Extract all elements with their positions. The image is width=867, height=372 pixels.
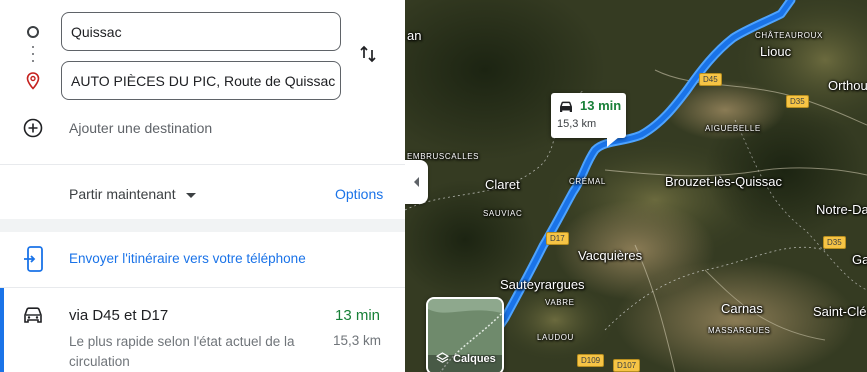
layers-icon bbox=[436, 352, 449, 363]
route-dot bbox=[32, 53, 34, 55]
town-label: Brouzet-lès-Quissac bbox=[665, 174, 783, 189]
road-shield: D17 bbox=[546, 232, 569, 245]
town-label: Orthou bbox=[828, 78, 867, 93]
route-description: Le plus rapide selon l'état actuel de la… bbox=[69, 334, 295, 369]
origin-input[interactable]: Quissac bbox=[61, 12, 341, 51]
options-button[interactable]: Options bbox=[335, 186, 383, 202]
car-icon bbox=[560, 101, 572, 112]
locality-label: CHÂTEAUROUX bbox=[755, 31, 823, 40]
road-shield: D109 bbox=[577, 354, 605, 367]
town-label: Saint-Clé bbox=[813, 304, 867, 319]
route-duration: 13 min bbox=[335, 307, 381, 324]
swap-button[interactable] bbox=[356, 42, 380, 66]
depart-time-dropdown[interactable]: Partir maintenant bbox=[69, 186, 196, 202]
add-destination-link[interactable]: Ajouter une destination bbox=[69, 120, 212, 136]
collapse-panel-button[interactable] bbox=[405, 160, 428, 204]
selected-route-indicator bbox=[0, 288, 4, 372]
town-label: Carnas bbox=[721, 301, 763, 316]
locality-label: LAUDOU bbox=[537, 333, 574, 342]
directions-panel: Quissac AUTO PIÈCES DU PIC, Route de Qui… bbox=[0, 0, 405, 372]
locality-label: AIGUEBELLE bbox=[705, 124, 761, 133]
road-shield: D35 bbox=[786, 95, 809, 108]
map-view[interactable]: an CHÂTEAUROUX Liouc Orthou AIGUEBELLE E… bbox=[405, 0, 867, 372]
route-distance: 15,3 km bbox=[333, 333, 382, 348]
locality-label: SAUVIAC bbox=[483, 209, 523, 218]
town-label: Vacquières bbox=[578, 248, 643, 263]
section-separator bbox=[0, 219, 405, 232]
locality-label: VABRE bbox=[545, 298, 575, 307]
send-to-phone-link[interactable]: Envoyer l'itinéraire vers votre téléphon… bbox=[69, 251, 306, 266]
road-shield: D35 bbox=[823, 236, 846, 249]
route-dot bbox=[32, 60, 34, 62]
destination-input[interactable]: AUTO PIÈCES DU PIC, Route de Quissac bbox=[61, 61, 341, 100]
town-label: Notre-Da bbox=[816, 202, 867, 217]
locality-label: CRÉMAL bbox=[569, 177, 606, 186]
layers-label-group: Calques bbox=[436, 352, 496, 365]
chevron-left-icon bbox=[414, 177, 419, 187]
origin-circle-icon bbox=[27, 26, 39, 38]
road-shield: D45 bbox=[699, 73, 722, 86]
town-label: an bbox=[407, 28, 422, 43]
town-label: Ga bbox=[852, 252, 867, 267]
destination-input-value: AUTO PIÈCES DU PIC, Route de Quissac bbox=[71, 72, 336, 89]
layers-button[interactable]: Calques bbox=[426, 297, 504, 372]
send-to-phone-icon[interactable] bbox=[22, 245, 46, 273]
divider bbox=[0, 287, 405, 288]
town-label: Liouc bbox=[760, 44, 792, 59]
caret-down-icon bbox=[185, 192, 196, 198]
origin-input-value: Quissac bbox=[71, 23, 122, 40]
road-shield: D107 bbox=[613, 359, 641, 372]
depart-time-label: Partir maintenant bbox=[69, 186, 176, 202]
add-circle-icon[interactable] bbox=[23, 118, 43, 138]
callout-duration: 13 min bbox=[580, 98, 622, 113]
route-name[interactable]: via D45 et D17 bbox=[69, 307, 168, 324]
layers-label: Calques bbox=[453, 352, 496, 365]
map-pin-icon bbox=[26, 72, 40, 90]
route-callout[interactable]: 13 min 15,3 km bbox=[551, 93, 626, 147]
route-dot bbox=[32, 46, 34, 48]
divider bbox=[0, 164, 405, 165]
callout-distance: 15,3 km bbox=[557, 118, 597, 130]
locality-label: MASSARGUES bbox=[708, 326, 771, 335]
swap-vertical-icon bbox=[360, 45, 376, 63]
town-label: Sauteyrargues bbox=[500, 277, 585, 292]
town-label: Claret bbox=[485, 177, 520, 192]
car-icon bbox=[24, 307, 42, 323]
